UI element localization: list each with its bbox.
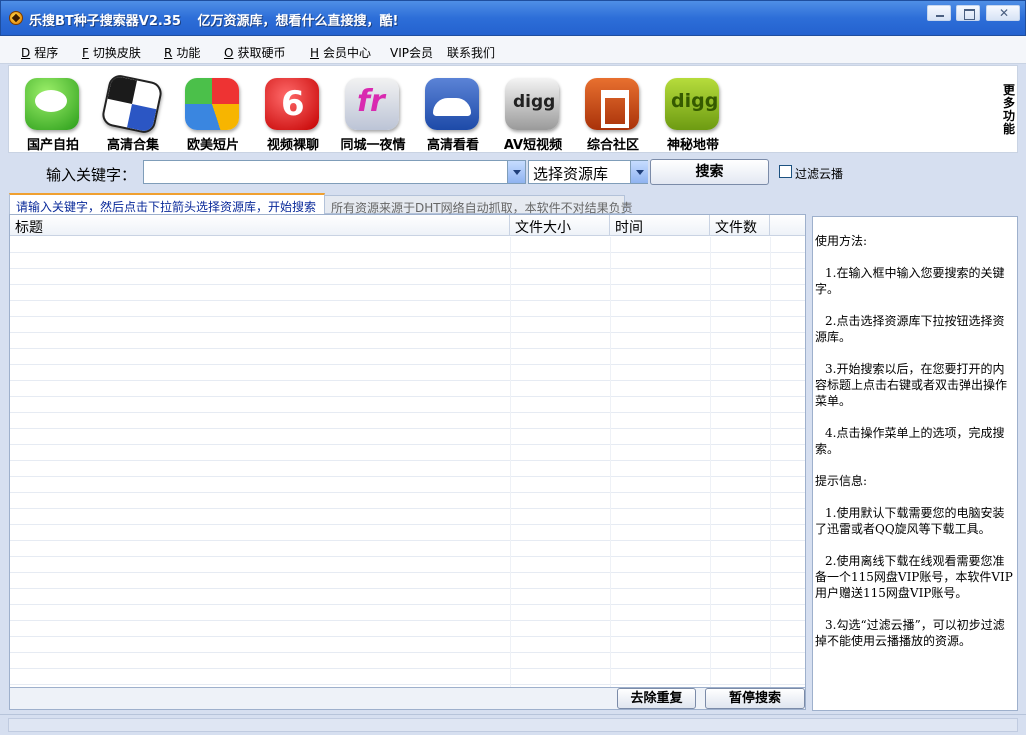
- menu-label: 会员中心: [323, 46, 372, 60]
- menu-switch-skin[interactable]: F 切换皮肤: [82, 44, 141, 61]
- results-rows: [10, 237, 805, 687]
- minimize-button[interactable]: [927, 5, 951, 21]
- keyword-input[interactable]: [143, 160, 526, 184]
- maximize-button[interactable]: [956, 5, 980, 21]
- column-divider: [710, 237, 711, 687]
- usage-step: 4.点击操作菜单上的选项，完成搜索。: [815, 426, 1005, 456]
- column-title[interactable]: 标题: [10, 215, 510, 236]
- keyword-history-dropdown[interactable]: [507, 161, 525, 183]
- results-header: 标题 文件大小 时间 文件数: [10, 215, 805, 236]
- menu-accelerator: D: [21, 46, 31, 60]
- menu-accelerator: O: [224, 46, 234, 60]
- people-group-icon: [425, 78, 479, 130]
- category-toolbar: 国产自拍 高清合集 欧美短片 视频裸聊 同城一夜情 高清看看 AV短视频 综合社…: [8, 65, 1018, 153]
- menu-label: 切换皮肤: [92, 46, 141, 60]
- column-divider: [610, 237, 611, 687]
- toolbar-item-video-chat[interactable]: 视频裸聊: [253, 74, 329, 154]
- column-file-size[interactable]: 文件大小: [510, 215, 610, 236]
- toolbar-label: AV短视频: [503, 138, 563, 153]
- filter-cloud-label[interactable]: 过滤云播: [795, 165, 843, 182]
- menu-contact[interactable]: 联系我们: [447, 44, 495, 61]
- keyword-label: 输入关键字：: [46, 166, 137, 184]
- menu-program[interactable]: D 程序: [21, 44, 58, 61]
- flickr-fr-icon: [345, 78, 399, 130]
- tab-disclaimer[interactable]: 所有资源来源于DHT网络自动抓取，本软件不对结果负责: [324, 195, 633, 215]
- menu-label: 程序: [34, 46, 59, 60]
- close-icon: ✕: [999, 6, 1010, 20]
- menu-accelerator: H: [310, 46, 320, 60]
- toolbar-label: 高清看看: [426, 138, 479, 153]
- window-title: 乐搜BT种子搜索器V2.35 亿万资源库，想看什么直接搜，酷!: [29, 10, 398, 29]
- menu-label: 功能: [176, 46, 201, 60]
- tip-item: 1.使用默认下载需要您的电脑安装了迅雷或者QQ旋风等下载工具。: [815, 506, 1005, 536]
- toolbar-label: 欧美短片: [186, 138, 239, 153]
- search-button[interactable]: 搜索: [650, 159, 769, 185]
- toolbar-label: 视频裸聊: [266, 138, 319, 153]
- menu-member-center[interactable]: H 会员中心: [310, 44, 371, 61]
- orange-community-icon: [585, 78, 639, 130]
- tips-title: 提示信息:: [815, 474, 868, 488]
- tab-instructions[interactable]: 请输入关键字，然后点击下拉箭头选择资源库，开始搜索: [9, 193, 325, 214]
- menu-functions[interactable]: R 功能: [164, 44, 200, 61]
- pause-search-button[interactable]: 暂停搜索: [705, 688, 805, 709]
- menu-accelerator: F: [82, 46, 89, 60]
- menu-get-coins[interactable]: O 获取硬币: [224, 44, 285, 61]
- column-divider: [770, 237, 771, 687]
- menu-label: 获取硬币: [237, 46, 286, 60]
- column-time[interactable]: 时间: [610, 215, 710, 236]
- column-divider: [510, 237, 511, 687]
- red-six-icon: [265, 78, 319, 130]
- status-panel: [8, 718, 1018, 732]
- menu-label: 联系我们: [447, 46, 496, 60]
- usage-title: 使用方法:: [815, 234, 868, 248]
- more-functions-button[interactable]: 更多功能: [1003, 84, 1017, 136]
- library-dropdown-arrow[interactable]: [630, 161, 648, 183]
- usage-step: 2.点击选择资源库下拉按钮选择资源库。: [815, 314, 1005, 344]
- app-title: 乐搜BT种子搜索器V2.35: [29, 14, 181, 29]
- usage-step: 1.在输入框中输入您要搜索的关键字。: [815, 266, 1005, 296]
- toolbar-item-hd-watch[interactable]: 高清看看: [413, 74, 489, 154]
- toolbar-item-western-shorts[interactable]: 欧美短片: [173, 74, 249, 154]
- status-bar: [0, 714, 1026, 735]
- remove-duplicates-button[interactable]: 去除重复: [617, 688, 696, 709]
- toolbar-label: 综合社区: [586, 138, 639, 153]
- toolbar-label: 高清合集: [106, 138, 159, 153]
- toolbar-label: 国产自拍: [26, 138, 79, 153]
- digg-green-icon: [665, 78, 719, 130]
- tip-item: 2.使用离线下载在线观看需要您准备一个115网盘VIP账号，本软件VIP用户赠送…: [815, 554, 1013, 600]
- toolbar-item-mystery[interactable]: 神秘地带: [653, 74, 729, 154]
- menu-bar: D 程序 F 切换皮肤 R 功能 O 获取硬币 H 会员中心 VIP会员 联系我们: [0, 36, 1026, 64]
- filter-cloud-checkbox[interactable]: [779, 165, 792, 178]
- title-bar[interactable]: 乐搜BT种子搜索器V2.35 亿万资源库，想看什么直接搜，酷! ✕: [0, 0, 1026, 36]
- delicious-icon: [100, 72, 164, 136]
- pie-chart-icon: [185, 78, 239, 130]
- app-logo-icon: [9, 11, 23, 25]
- digg-gray-icon: [505, 78, 559, 130]
- usage-step: 3.开始搜索以后，在您要打开的内容标题上点击右键或者双击弹出操作菜单。: [815, 362, 1008, 408]
- toolbar-item-av-shorts[interactable]: AV短视频: [493, 74, 569, 154]
- toolbar-item-community[interactable]: 综合社区: [573, 74, 649, 154]
- results-table[interactable]: 标题 文件大小 时间 文件数: [9, 214, 806, 688]
- app-slogan: 亿万资源库，想看什么直接搜，酷!: [197, 14, 399, 29]
- menu-accelerator: R: [164, 46, 173, 60]
- column-file-count[interactable]: 文件数: [710, 215, 770, 236]
- menu-label: VIP会员: [390, 46, 433, 60]
- toolbar-item-hd-collection[interactable]: 高清合集: [93, 72, 169, 154]
- toolbar-item-domestic[interactable]: 国产自拍: [13, 74, 89, 154]
- toolbar-label: 神秘地带: [666, 138, 719, 153]
- green-chat-icon: [25, 78, 79, 130]
- menu-vip[interactable]: VIP会员: [390, 44, 433, 61]
- tip-item: 3.勾选“过滤云播”，可以初步过滤掉不能使用云播播放的资源。: [815, 618, 1005, 648]
- toolbar-item-local-dating[interactable]: 同城一夜情: [333, 74, 409, 154]
- close-button[interactable]: ✕: [986, 5, 1020, 21]
- toolbar-label: 同城一夜情: [340, 138, 406, 153]
- help-panel: 使用方法: 1.在输入框中输入您要搜索的关键字。 2.点击选择资源库下拉按钮选择…: [812, 216, 1018, 711]
